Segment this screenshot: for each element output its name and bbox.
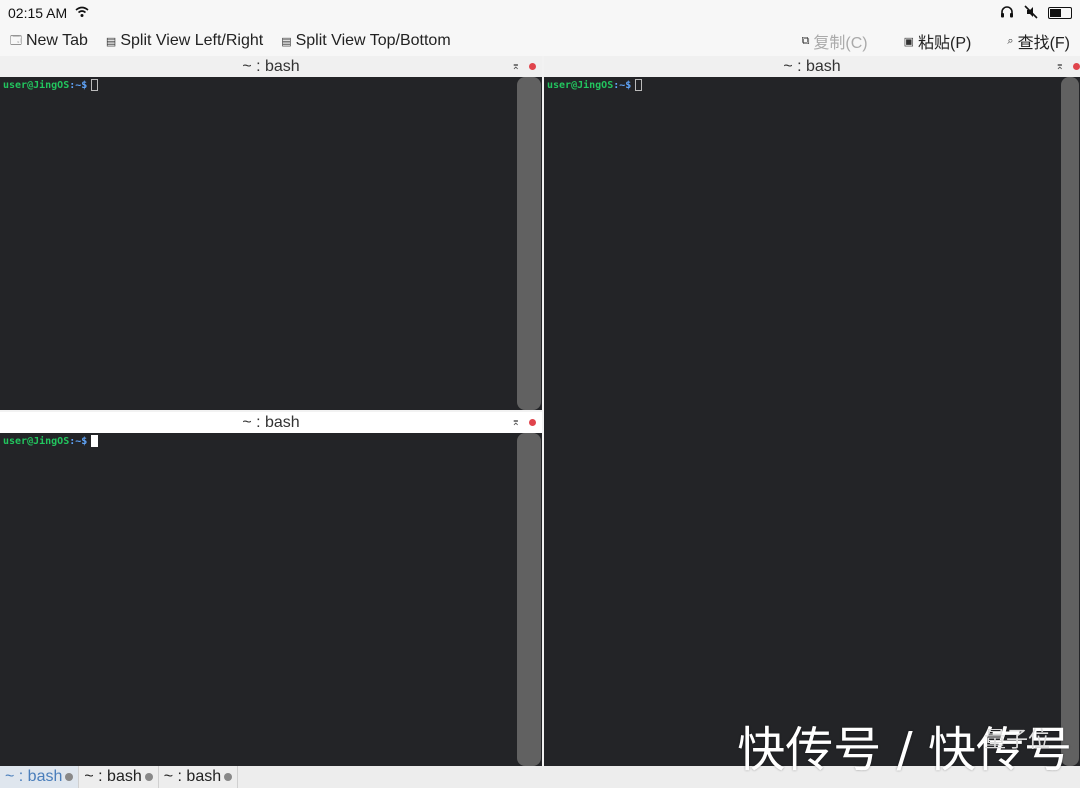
- new-tab-icon: 🗔: [10, 34, 22, 47]
- battery-icon: [1048, 7, 1072, 19]
- scrollbar[interactable]: [1060, 77, 1080, 766]
- search-icon: ⌕: [1007, 34, 1014, 47]
- close-pane-icon[interactable]: [1073, 63, 1080, 70]
- cursor: [635, 79, 643, 91]
- prompt-path: :~$: [69, 80, 88, 91]
- watermark-side: 量子位: [984, 722, 1050, 754]
- split-top-bottom-icon: ▤: [281, 35, 292, 48]
- close-tab-icon[interactable]: [144, 773, 153, 781]
- tab-bash-3[interactable]: ~ : bash: [159, 766, 239, 788]
- watermark-side-text: 量子位: [983, 727, 1050, 752]
- status-time: 02:15 AM: [8, 5, 68, 21]
- prompt-user: user@JingOS: [3, 80, 70, 91]
- tab-label: ~ : bash: [5, 768, 63, 785]
- scrollbar[interactable]: [516, 77, 542, 410]
- pin-icon[interactable]: ⌆: [1056, 56, 1064, 77]
- prompt-user: user@JingOS: [547, 80, 614, 91]
- new-tab-button[interactable]: 🗔 New Tab: [10, 32, 88, 51]
- mute-icon: [1024, 4, 1038, 22]
- tab-bash-1[interactable]: ~ : bash: [0, 766, 80, 788]
- find-label: 查找(F): [1017, 35, 1070, 52]
- split-top-bottom-label: Split View Top/Bottom: [295, 32, 451, 49]
- scroll-thumb[interactable]: [1061, 77, 1079, 766]
- prompt-path: :~$: [69, 436, 88, 447]
- pane-title-right: ~ : bash: [544, 56, 1080, 77]
- headphones-icon: [1000, 5, 1014, 21]
- paste-button[interactable]: ▣ 粘贴(P): [904, 29, 972, 53]
- paste-label: 粘贴(P): [918, 35, 972, 52]
- toolbar: 🗔 New Tab ▤ Split View Left/Right ▤ Spli…: [0, 26, 1080, 56]
- tab-label: ~ : bash: [163, 768, 222, 785]
- copy-button[interactable]: ⧉ 复制(C): [802, 29, 868, 53]
- terminal-pane-bottom-left[interactable]: ~ : bash ⌆ user@JingOS:~$: [0, 412, 542, 766]
- scrollbar[interactable]: [516, 433, 542, 766]
- find-button[interactable]: ⌕ 查找(F): [1007, 29, 1070, 53]
- close-pane-icon[interactable]: [529, 419, 536, 426]
- copy-label: 复制(C): [813, 35, 868, 52]
- status-bar: 02:15 AM: [0, 0, 1080, 26]
- terminal-pane-right[interactable]: ~ : bash ⌆ user@JingOS:~$: [544, 56, 1080, 766]
- tab-label: ~ : bash: [84, 768, 142, 785]
- pane-title-bottom-left: ~ : bash: [0, 412, 542, 433]
- wifi-icon: [75, 6, 89, 21]
- terminal-pane-top-left[interactable]: ~ : bash ⌆ user@JingOS:~$: [0, 56, 542, 410]
- close-tab-icon[interactable]: [224, 773, 233, 781]
- split-top-bottom-button[interactable]: ▤ Split View Top/Bottom: [281, 32, 450, 50]
- scroll-thumb[interactable]: [517, 77, 541, 410]
- split-left-right-button[interactable]: ▤ Split View Left/Right: [106, 32, 263, 50]
- close-pane-icon[interactable]: [529, 63, 536, 70]
- pin-icon[interactable]: ⌆: [512, 56, 520, 77]
- terminal-output[interactable]: user@JingOS:~$: [544, 77, 645, 766]
- close-tab-icon[interactable]: [65, 773, 74, 781]
- prompt-path: :~$: [613, 80, 632, 91]
- pin-icon[interactable]: ⌆: [512, 412, 520, 433]
- pane-title-top-left: ~ : bash: [0, 56, 542, 77]
- scroll-thumb[interactable]: [517, 433, 541, 766]
- split-left-right-icon: ▤: [105, 35, 117, 48]
- terminal-output[interactable]: user@JingOS:~$: [0, 433, 101, 766]
- cursor: [91, 435, 99, 447]
- copy-icon: ⧉: [801, 34, 810, 47]
- split-left-right-label: Split View Left/Right: [120, 32, 264, 49]
- new-tab-label: New Tab: [25, 32, 88, 49]
- terminal-output[interactable]: user@JingOS:~$: [0, 77, 101, 410]
- prompt-user: user@JingOS: [3, 436, 70, 447]
- paste-icon: ▣: [903, 35, 915, 48]
- tab-bash-2[interactable]: ~ : bash: [79, 766, 159, 788]
- cursor: [91, 79, 99, 91]
